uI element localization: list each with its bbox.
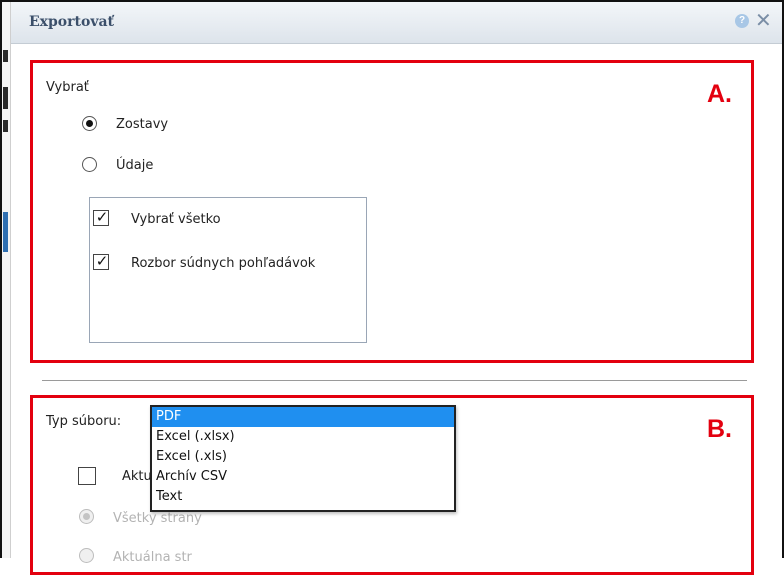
file-type-option[interactable]: Excel (.xlsx) [152,427,454,447]
edge-mark [3,212,8,252]
checkbox-select-all[interactable]: ✓ [93,208,109,226]
dialog-title: Exportovať [29,14,114,30]
checkmark-icon: ✓ [95,252,109,270]
edge-mark [3,87,8,109]
section-b-letter: B. [707,415,732,443]
close-icon[interactable]: ✕ [755,9,772,31]
dialog-titlebar: Exportovať ? ✕ [11,2,782,44]
radio-data-label[interactable]: Údaje [116,158,153,173]
file-type-dropdown-list[interactable]: PDF Excel (.xlsx) Excel (.xls) Archív CS… [150,405,456,512]
checkbox-select-all-label[interactable]: Vybrať všetko [131,212,221,227]
file-type-label: Typ súboru: [46,414,122,429]
background-window-edge [2,2,11,558]
radio-data[interactable] [82,157,97,172]
file-type-option[interactable]: Excel (.xls) [152,447,454,467]
file-type-option[interactable]: PDF [152,407,454,427]
radio-all-pages-label[interactable]: Všetky strany [113,511,202,526]
file-type-option[interactable]: Text [152,487,454,507]
checkbox-current[interactable] [78,467,96,485]
radio-reports[interactable] [82,116,97,131]
checkbox-report-item-label[interactable]: Rozbor súdnych pohľadávok [131,256,315,271]
file-type-option[interactable]: Archív CSV [152,467,454,487]
section-a-letter: A. [707,80,732,108]
help-icon[interactable]: ? [735,14,749,28]
checkmark-icon: ✓ [95,208,109,226]
radio-current-page[interactable] [79,548,94,563]
select-group-label: Vybrať [46,80,89,95]
checkbox-report-item[interactable]: ✓ [93,252,109,270]
edge-mark [3,50,8,62]
radio-reports-label[interactable]: Zostavy [116,117,168,132]
edge-mark [3,120,8,132]
radio-all-pages[interactable] [79,509,94,524]
section-divider [42,380,747,381]
